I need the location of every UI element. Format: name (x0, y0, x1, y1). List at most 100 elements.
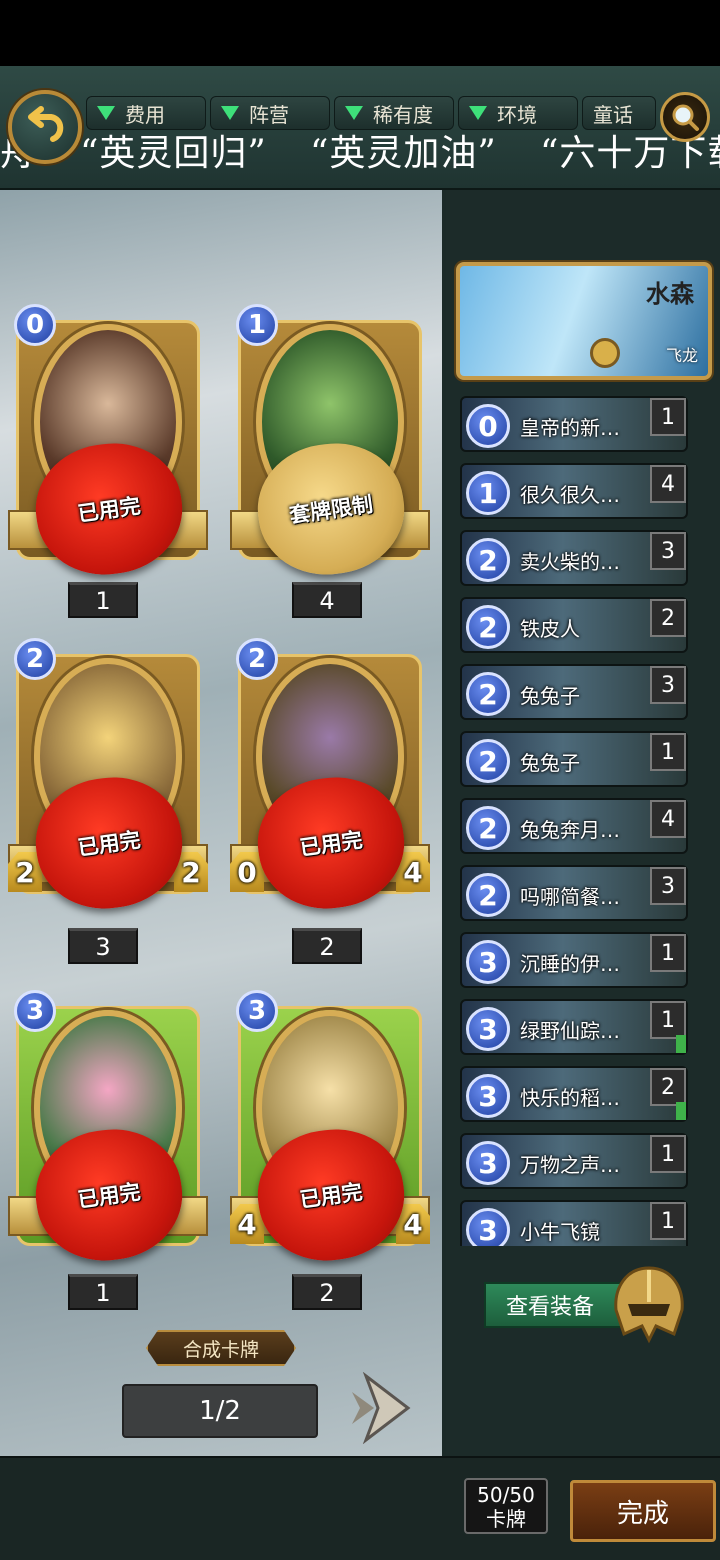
card-slot[interactable]: 0 已用完 (8, 304, 208, 584)
deck-item-count: 3 (650, 532, 686, 570)
mana-cost-badge: 2 (14, 638, 56, 680)
deck-item-count: 4 (650, 800, 686, 838)
mana-cost-badge: 2 (236, 638, 278, 680)
dropdown-triangle-icon (97, 106, 115, 120)
filter-fairytale[interactable]: 童话 (582, 96, 656, 130)
deck-item-count: 1 (650, 1001, 686, 1039)
mana-cost-badge: 3 (236, 990, 278, 1032)
status-bar (0, 0, 720, 66)
deck-item[interactable]: 2 兔兔子 3 (460, 664, 688, 720)
mana-cost-badge: 3 (466, 1208, 510, 1246)
deck-item-name: 小牛飞镜 (520, 1220, 600, 1244)
deck-item-count: 1 (650, 1202, 686, 1240)
deck-item[interactable]: 2 铁皮人 2 (460, 597, 688, 653)
dropdown-triangle-icon (345, 106, 363, 120)
back-arrow-icon (28, 106, 64, 142)
deck-item[interactable]: 1 很久很久… 4 (460, 463, 688, 519)
hero-type: 飞龙 (665, 346, 698, 365)
deck-item-name: 绿野仙踪… (520, 1019, 620, 1043)
deck-item-count: 1 (650, 1135, 686, 1173)
deck-item[interactable]: 0 皇帝的新… 1 (460, 396, 688, 452)
mana-cost-badge: 2 (466, 605, 510, 649)
deck-item-count: 1 (650, 733, 686, 771)
deck-item-name: 很久很久… (520, 483, 620, 507)
game-screen: 费用 阵营 稀有度 环境 童话 舟" “英灵回归” “英灵加油” “六十万下载 (0, 66, 720, 1560)
deck-item[interactable]: 3 快乐的稻… 2 (460, 1066, 688, 1122)
filter-rarity[interactable]: 稀有度 (334, 96, 454, 130)
deck-item[interactable]: 2 卖火柴的… 3 (460, 530, 688, 586)
helmet-icon[interactable] (606, 1264, 692, 1344)
mana-cost-badge: 3 (466, 1074, 510, 1118)
card-slot[interactable]: 3 已用完 (8, 990, 208, 1270)
deck-item-name: 沉睡的伊… (520, 952, 620, 976)
deck-item[interactable]: 2 吗哪简餐… 3 (460, 865, 688, 921)
deck-item-count: 3 (650, 666, 686, 704)
mana-cost-badge: 1 (466, 471, 510, 515)
deck-card-count: 50/50 卡牌 (464, 1478, 548, 1534)
compose-card-button[interactable]: 合成卡牌 (146, 1330, 296, 1366)
mana-cost-badge: 0 (14, 304, 56, 346)
mana-cost-badge: 3 (466, 940, 510, 984)
deck-item-name: 吗哪简餐… (520, 885, 620, 909)
deck-item-count: 1 (650, 934, 686, 972)
gear-icon[interactable] (590, 338, 620, 368)
filter-faction[interactable]: 阵营 (210, 96, 330, 130)
mana-cost-badge: 3 (466, 1007, 510, 1051)
deck-item-count: 3 (650, 867, 686, 905)
filter-environment[interactable]: 环境 (458, 96, 578, 130)
deck-item-name: 万物之声… (520, 1153, 620, 1177)
deck-item[interactable]: 3 绿野仙踪… 1 (460, 999, 688, 1055)
hero-card[interactable]: 水森 飞龙 (456, 262, 712, 380)
filter-bar: 费用 阵营 稀有度 环境 童话 舟" “英灵回归” “英灵加油” “六十万下载 (0, 66, 720, 190)
dropdown-triangle-icon (221, 106, 239, 120)
mana-cost-badge: 1 (236, 304, 278, 346)
mana-cost-badge: 2 (466, 672, 510, 716)
back-button[interactable] (8, 90, 82, 164)
mana-cost-badge: 2 (466, 538, 510, 582)
filter-cost[interactable]: 费用 (86, 96, 206, 130)
deck-item-name: 皇帝的新… (520, 416, 620, 440)
deck-item[interactable]: 3 小牛飞镜 1 (460, 1200, 688, 1246)
deck-item-edge (676, 1035, 686, 1053)
magnifier-icon (672, 104, 699, 131)
card-slot[interactable]: 3 4 4 已用完 (230, 990, 430, 1270)
card-count: 1 (68, 582, 138, 618)
hero-name: 水森 (646, 279, 694, 308)
deck-item[interactable]: 2 兔兔奔月… 4 (460, 798, 688, 854)
deck-item-edge (676, 1102, 686, 1120)
deck-item-name: 卖火柴的… (520, 550, 620, 574)
mana-cost-badge: 0 (466, 404, 510, 448)
deck-item-count: 1 (650, 398, 686, 436)
mana-cost-badge: 2 (466, 739, 510, 783)
deck-item-count: 2 (650, 599, 686, 637)
mana-cost-badge: 2 (466, 873, 510, 917)
deck-item[interactable]: 3 沉睡的伊… 1 (460, 932, 688, 988)
card-count: 1 (68, 1274, 138, 1310)
deck-item-name: 兔兔子 (520, 751, 580, 775)
mana-cost-badge: 3 (466, 1141, 510, 1185)
deck-item-count: 2 (650, 1068, 686, 1106)
deck-list: 0 皇帝的新… 1 1 很久很久… 4 2 卖火柴的… 3 2 铁皮人 2 2 … (460, 396, 692, 1246)
card-slot[interactable]: 1 套牌限制 (230, 304, 430, 584)
next-page-arrow-icon[interactable] (352, 1372, 412, 1444)
scrolling-announcement: 舟" “英灵回归” “英灵加油” “六十万下载 (0, 133, 720, 174)
deck-item-name: 铁皮人 (520, 617, 580, 641)
deck-item-name: 快乐的稻… (520, 1086, 620, 1110)
dropdown-triangle-icon (469, 106, 487, 120)
search-button[interactable] (660, 92, 710, 142)
deck-item-count: 4 (650, 465, 686, 503)
card-slot[interactable]: 2 2 2 已用完 (8, 638, 208, 918)
deck-item[interactable]: 3 万物之声… 1 (460, 1133, 688, 1189)
page-indicator: 1/2 (122, 1384, 318, 1438)
deck-item[interactable]: 2 兔兔子 1 (460, 731, 688, 787)
mana-cost-badge: 3 (14, 990, 56, 1032)
card-count: 3 (68, 928, 138, 964)
card-slot[interactable]: 2 0 4 已用完 (230, 638, 430, 918)
done-button[interactable]: 完成 (570, 1480, 716, 1542)
deck-item-name: 兔兔子 (520, 684, 580, 708)
card-count: 4 (292, 582, 362, 618)
deck-item-name: 兔兔奔月… (520, 818, 620, 842)
card-count: 2 (292, 928, 362, 964)
mana-cost-badge: 2 (466, 806, 510, 850)
card-count: 2 (292, 1274, 362, 1310)
